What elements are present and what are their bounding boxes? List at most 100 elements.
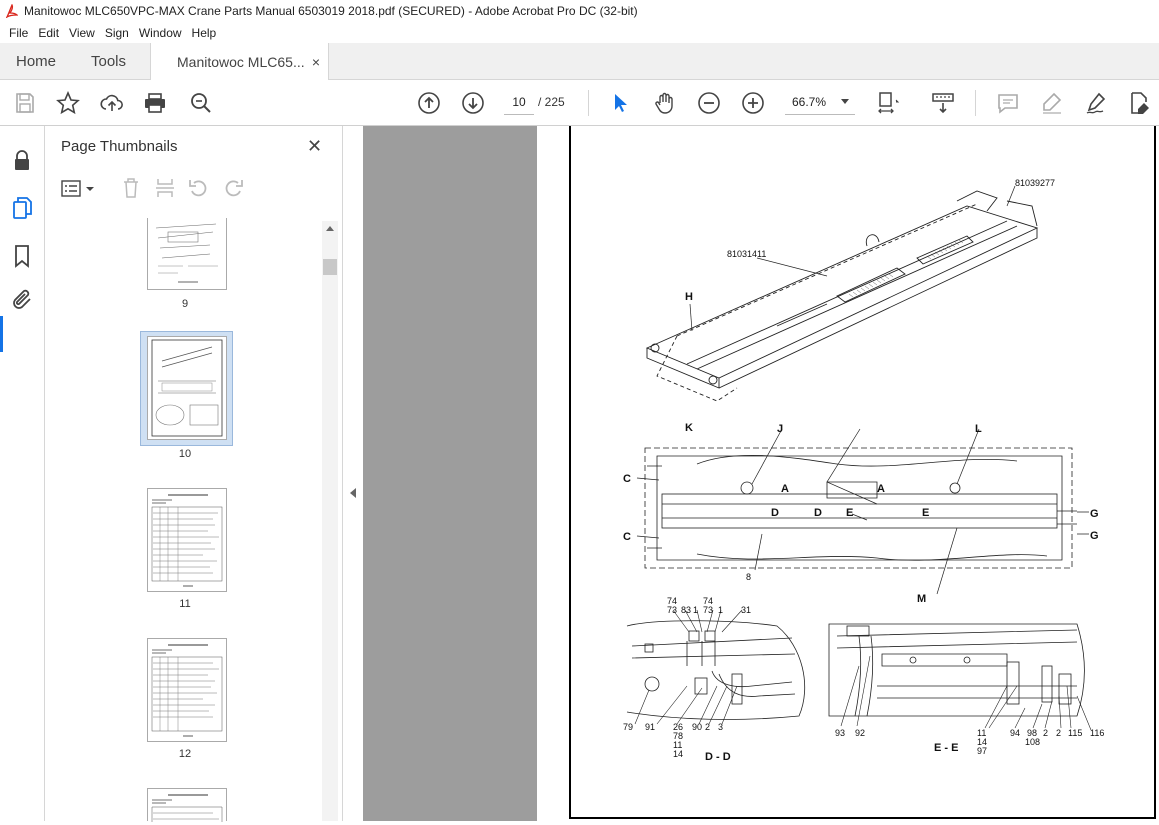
thumbnail-page-11[interactable] — [147, 488, 227, 592]
page-total: / 225 — [538, 95, 565, 109]
page-number-input[interactable]: 10 — [504, 90, 534, 115]
menu-help[interactable]: Help — [187, 26, 222, 40]
callout-number: 90 — [692, 722, 702, 732]
thumbnail-scrollbar[interactable] — [322, 221, 338, 821]
callout-number: 3 — [718, 722, 723, 732]
document-viewport[interactable]: 81039277 81031411 H K J L C C A A D D E … — [363, 126, 1159, 821]
toolbar-divider — [588, 90, 589, 116]
page-fit-icon[interactable] — [876, 91, 900, 115]
thumbnail-options-icon[interactable] — [61, 179, 97, 199]
thumbnail-page-number: 12 — [178, 748, 192, 760]
highlight-pen-icon[interactable] — [1040, 91, 1064, 115]
window-title: Manitowoc MLC650VPC-MAX Crane Parts Manu… — [24, 4, 638, 18]
view-letter: G — [1090, 508, 1099, 520]
menu-edit[interactable]: Edit — [33, 26, 64, 40]
next-page-icon[interactable] — [461, 91, 485, 115]
tab-tools[interactable]: Tools — [75, 43, 150, 80]
thumbnail-page-10[interactable] — [147, 336, 227, 440]
view-letter: L — [975, 423, 982, 435]
thumbnail-page-9[interactable] — [147, 218, 227, 290]
view-letter: C — [623, 473, 631, 485]
callout-number: 93 — [835, 728, 845, 738]
rotate-left-icon[interactable] — [188, 177, 210, 199]
callout-number: 91 — [645, 722, 655, 732]
callout-number: 8 — [746, 572, 751, 582]
callout-number: 2 — [1056, 728, 1061, 738]
close-icon[interactable]: ✕ — [307, 136, 322, 157]
menu-sign[interactable]: Sign — [100, 26, 134, 40]
thumbnail-preview — [155, 223, 218, 283]
select-cursor-icon[interactable] — [608, 91, 632, 115]
thumbnail-page-number: 10 — [178, 448, 192, 460]
rail-active-indicator — [0, 316, 3, 352]
main-toolbar: 10 / 225 66.7% — [0, 80, 1159, 126]
scrollbar-thumb[interactable] — [323, 259, 337, 275]
scroll-up-arrow-icon[interactable] — [326, 226, 334, 231]
zoom-out-icon[interactable] — [697, 91, 721, 115]
callout-number: 83 — [681, 605, 691, 615]
plan-view — [644, 447, 1077, 569]
callout-number: 31 — [741, 605, 751, 615]
callout-number: 2 — [1043, 728, 1048, 738]
scroll-mode-icon[interactable] — [931, 91, 955, 115]
callout-number: 1 — [693, 605, 698, 615]
view-letter: A — [877, 483, 885, 495]
thumbnail-page-13[interactable] — [147, 788, 227, 822]
leader-line — [756, 257, 828, 277]
print-icon[interactable] — [143, 91, 167, 115]
view-letter: E — [922, 507, 929, 519]
view-letter: C — [623, 531, 631, 543]
zoom-search-icon[interactable] — [189, 91, 213, 115]
thumbnail-toolbar — [45, 174, 343, 204]
callout-number: 116 — [1090, 728, 1104, 738]
rotate-right-icon[interactable] — [222, 177, 244, 199]
view-letter: J — [777, 423, 783, 435]
callout-number: 97 — [977, 746, 987, 756]
menu-window[interactable]: Window — [134, 26, 187, 40]
callout-number: 115 — [1068, 728, 1082, 738]
page-thumbnails-icon[interactable] — [10, 196, 34, 220]
section-dd-view — [626, 620, 806, 720]
tab-close-icon[interactable]: × — [312, 54, 320, 70]
zoom-in-icon[interactable] — [741, 91, 765, 115]
save-icon[interactable] — [13, 91, 37, 115]
redact-edit-icon[interactable] — [1127, 91, 1151, 115]
comment-icon[interactable] — [996, 91, 1020, 115]
isometric-boom-view — [645, 190, 1039, 402]
section-ee-leaders — [840, 655, 1092, 731]
thumbnail-preview — [151, 494, 223, 587]
thumbnail-page-12[interactable] — [147, 638, 227, 742]
view-letter: G — [1090, 530, 1099, 542]
collapse-arrow-icon — [350, 488, 356, 498]
part-number-label: 81031411 — [727, 249, 766, 259]
tab-document-label: Manitowoc MLC65... — [177, 54, 305, 70]
extract-page-icon[interactable] — [155, 177, 175, 199]
thumbnail-preview — [151, 644, 223, 737]
tab-document[interactable]: Manitowoc MLC65... × — [150, 43, 329, 81]
leader-line — [1006, 185, 1016, 207]
menu-view[interactable]: View — [64, 26, 100, 40]
thumbnail-page-number: 9 — [181, 298, 189, 310]
view-letter: D — [814, 507, 822, 519]
thumbnails-panel: Page Thumbnails ✕ 9 10 11 12 — [45, 126, 343, 822]
thumbnail-preview — [151, 794, 223, 822]
callout-number: 73 — [667, 605, 677, 615]
callout-number: 2 — [705, 722, 710, 732]
parts-drawing: 81039277 81031411 H K J L C C A A D D E … — [623, 178, 1104, 763]
callout-number: 108 — [1025, 737, 1040, 747]
tab-home[interactable]: Home — [0, 43, 75, 80]
hand-tool-icon[interactable] — [653, 91, 677, 115]
delete-page-icon[interactable] — [121, 177, 141, 199]
bookmark-icon[interactable] — [10, 244, 34, 268]
zoom-level-select[interactable]: 66.7% — [785, 90, 855, 115]
upload-cloud-icon[interactable] — [100, 91, 124, 115]
panel-collapse-handle[interactable] — [343, 126, 363, 821]
part-number-label: 81039277 — [1015, 178, 1055, 188]
lock-icon[interactable] — [10, 148, 34, 172]
star-icon[interactable] — [56, 91, 80, 115]
previous-page-icon[interactable] — [417, 91, 441, 115]
menu-file[interactable]: File — [4, 26, 33, 40]
callout-number: 1 — [718, 605, 723, 615]
attachment-icon[interactable] — [10, 288, 34, 312]
sign-pen-icon[interactable] — [1084, 91, 1108, 115]
